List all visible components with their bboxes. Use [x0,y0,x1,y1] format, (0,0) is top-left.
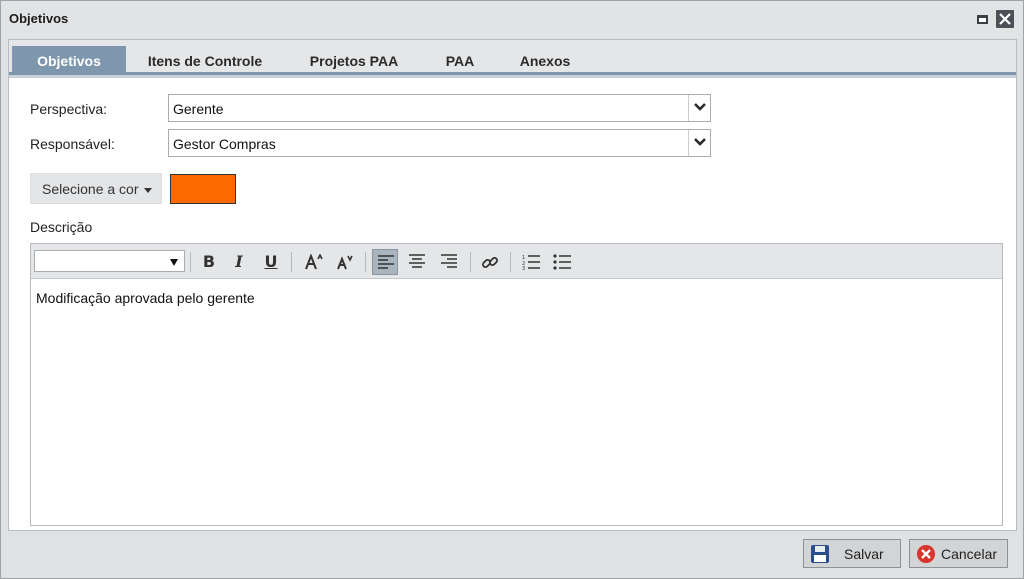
perspectiva-value: Gerente [173,101,224,117]
responsavel-value: Gestor Compras [173,136,276,152]
tab-projetos-paa[interactable]: Projetos PAA [299,46,409,75]
font-size-increase-icon[interactable] [300,249,326,275]
align-right-icon[interactable] [436,249,462,275]
content-panel: Objetivos Itens de Controle Projetos PAA… [8,39,1017,531]
toolbar-separator [510,252,511,272]
responsavel-label: Responsável: [30,136,115,152]
toolbar-separator [470,252,471,272]
perspectiva-select[interactable]: Gerente [168,94,711,122]
color-swatch[interactable] [170,174,236,204]
italic-icon[interactable]: I [226,249,252,275]
tab-objetivos[interactable]: Objetivos [12,46,126,75]
editor-toolbar: B I U 1 2 3 [31,244,1002,279]
title-bar: Objetivos [1,1,1023,38]
align-center-icon[interactable] [404,249,430,275]
tab-itens-de-controle[interactable]: Itens de Controle [135,46,275,75]
dropdown-arrow-icon [170,259,178,266]
link-icon[interactable] [476,249,502,275]
toolbar-separator [365,252,366,272]
color-picker-button[interactable]: Selecione a cor [30,173,162,204]
editor-content[interactable]: Modificação aprovada pelo gerente [36,290,255,306]
window-title: Objetivos [9,11,69,26]
save-button[interactable]: Salvar [803,539,901,568]
tab-underline [9,75,1016,78]
unordered-list-icon[interactable] [548,249,574,275]
maximize-icon[interactable] [974,10,992,28]
save-label: Salvar [844,546,884,562]
save-icon [811,545,829,563]
rich-text-editor: B I U 1 2 3 Modificação aprovada pelo ge… [30,243,1003,526]
bold-icon[interactable]: B [196,249,222,275]
chevron-down-icon[interactable] [688,130,710,156]
tab-paa[interactable]: PAA [435,46,485,75]
perspectiva-label: Perspectiva: [30,101,108,117]
svg-text:3: 3 [522,266,525,270]
font-size-decrease-icon[interactable] [331,249,357,275]
responsavel-select[interactable]: Gestor Compras [168,129,711,157]
objetivos-window: Objetivos Objetivos Itens de Controle Pr… [0,0,1024,579]
ordered-list-icon[interactable]: 123 [517,249,543,275]
cancel-label: Cancelar [941,546,998,562]
chevron-down-icon[interactable] [688,95,710,121]
cancel-icon [917,545,935,563]
toolbar-separator [190,252,191,272]
tab-bar: Objetivos Itens de Controle Projetos PAA… [9,40,1016,75]
underline-icon[interactable]: U [258,249,284,275]
cancel-button[interactable]: Cancelar [909,539,1008,568]
color-picker-label: Selecione a cor [42,181,139,197]
font-select[interactable] [34,250,185,272]
close-icon[interactable] [996,10,1014,28]
align-left-icon[interactable] [372,249,398,275]
tab-anexos[interactable]: Anexos [509,46,581,75]
toolbar-separator [291,252,292,272]
caret-down-icon [144,188,152,193]
descricao-label: Descrição [30,219,93,235]
